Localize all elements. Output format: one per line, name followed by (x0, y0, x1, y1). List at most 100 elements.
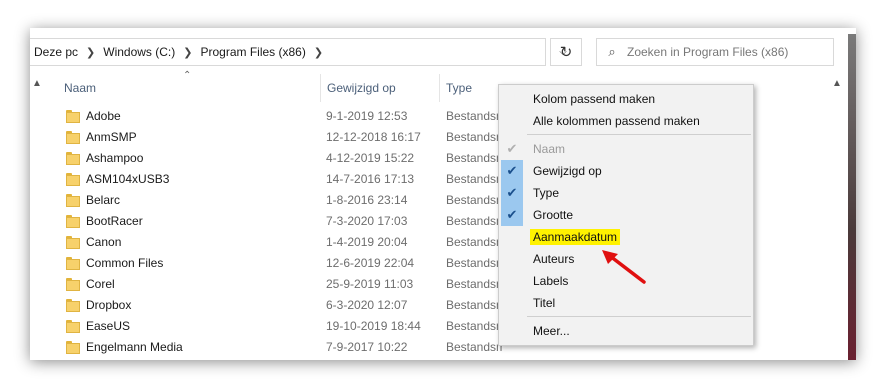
menu-item-aanmaakdatum[interactable]: Aanmaakdatum (499, 226, 753, 248)
file-modified-date: 7-3-2020 17:03 (326, 214, 408, 228)
folder-icon (66, 110, 80, 123)
breadcrumb-deze-pc[interactable]: Deze pc (30, 45, 82, 59)
checkmark-icon: ✔ (501, 204, 523, 226)
file-modified-date: 7-9-2017 10:22 (326, 340, 408, 354)
file-type: Bestandsmap (446, 193, 502, 207)
file-modified-date: 14-7-2016 17:13 (326, 172, 415, 186)
menu-item-label: Kolom passend maken (533, 92, 656, 106)
chevron-right-icon[interactable]: ❯ (82, 46, 99, 59)
file-modified-date: 1-8-2016 23:14 (326, 193, 408, 207)
file-modified-date: 12-12-2018 16:17 (326, 130, 421, 144)
file-type: Bestandsmap (446, 109, 502, 123)
table-row[interactable]: Ashampoo 4-12-2019 15:22 Bestandsmap (66, 148, 526, 169)
file-name: Engelmann Media (86, 340, 183, 354)
menu-item-titel[interactable]: Titel (499, 292, 753, 314)
menu-item-grootte[interactable]: ✔ Grootte (499, 204, 753, 226)
file-name: Corel (86, 277, 115, 291)
column-header-modified[interactable]: Gewijzigd op (321, 74, 439, 102)
folder-icon (66, 173, 80, 186)
breadcrumb-program-files-x86[interactable]: Program Files (x86) (196, 45, 309, 59)
folder-icon (66, 299, 80, 312)
folder-icon (66, 341, 80, 354)
menu-item-label: Gewijzigd op (533, 164, 602, 178)
menu-item-label: Type (533, 186, 560, 200)
table-row[interactable]: AnmSMP 12-12-2018 16:17 Bestandsmap (66, 127, 526, 148)
folder-icon (66, 215, 80, 228)
folder-icon (66, 131, 80, 144)
file-name: Canon (86, 235, 122, 249)
menu-item-fit-column[interactable]: Kolom passend maken (499, 88, 753, 110)
breadcrumb-windows-c[interactable]: Windows (C:) (99, 45, 179, 59)
chevron-right-icon[interactable]: ❯ (310, 46, 327, 59)
menu-item-label: Meer... (533, 324, 570, 338)
menu-item-type[interactable]: ✔ Type (499, 182, 753, 204)
menu-item-fit-all-columns[interactable]: Alle kolommen passend maken (499, 110, 753, 132)
file-name: Adobe (86, 109, 121, 123)
file-type: Bestandsmap (446, 298, 502, 312)
desktop-background-strip (848, 34, 856, 360)
menu-item-label: Alle kolommen passend maken (533, 114, 700, 128)
folder-icon (66, 320, 80, 333)
menu-separator (527, 134, 751, 135)
checkmark-icon: ✔ (506, 141, 518, 156)
file-modified-date: 25-9-2019 11:03 (326, 277, 414, 291)
table-row[interactable]: Canon 1-4-2019 20:04 Bestandsmap (66, 232, 526, 253)
file-type: Bestandsmap (446, 130, 502, 144)
checkmark-icon: ✔ (501, 182, 523, 204)
table-row[interactable]: BootRacer 7-3-2020 17:03 Bestandsmap (66, 211, 526, 232)
refresh-button[interactable]: ↻ (550, 38, 582, 66)
file-name: Dropbox (86, 298, 132, 312)
file-modified-date: 1-4-2019 20:04 (326, 235, 408, 249)
file-type: Bestandsmap (446, 151, 502, 165)
file-name: AnmSMP (86, 130, 137, 144)
file-type: Bestandsmap (446, 214, 502, 228)
file-name: EaseUS (86, 319, 131, 333)
column-context-menu: Kolom passend maken Alle kolommen passen… (498, 84, 754, 346)
file-modified-date: 6-3-2020 12:07 (326, 298, 408, 312)
column-header-type[interactable]: Type (440, 74, 500, 102)
highlighted-menu-item-label: Aanmaakdatum (530, 229, 621, 245)
folder-icon (66, 194, 80, 207)
folder-icon (66, 257, 80, 270)
file-modified-date: 19-10-2019 18:44 (326, 319, 421, 333)
search-icon: ⌕ (608, 44, 616, 59)
file-name: Common Files (86, 256, 164, 270)
folder-icon (66, 236, 80, 249)
file-modified-date: 9-1-2019 12:53 (326, 109, 408, 123)
table-row[interactable]: Dropbox 6-3-2020 12:07 Bestandsmap (66, 295, 526, 316)
file-modified-date: 12-6-2019 22:04 (326, 256, 415, 270)
file-name: Belarc (86, 193, 121, 207)
table-row[interactable]: EaseUS 19-10-2019 18:44 Bestandsmap (66, 316, 526, 337)
table-row[interactable]: Belarc 1-8-2016 23:14 Bestandsmap (66, 190, 526, 211)
file-type: Bestandsmap (446, 340, 502, 354)
menu-separator (527, 316, 751, 317)
search-input[interactable]: ⌕ Zoeken in Program Files (x86) (596, 38, 834, 66)
menu-item-label: Naam (533, 142, 566, 156)
menu-item-gewijzigd-op[interactable]: ✔ Gewijzigd op (499, 160, 753, 182)
file-modified-date: 4-12-2019 15:22 (326, 151, 415, 165)
file-name: ASM104xUSB3 (86, 172, 170, 186)
table-row[interactable]: Corel 25-9-2019 11:03 Bestandsmap (66, 274, 526, 295)
file-type: Bestandsmap (446, 277, 502, 291)
chevron-up-icon[interactable]: ▲ (832, 78, 842, 89)
checkmark-icon: ✔ (501, 160, 523, 182)
chevron-right-icon[interactable]: ❯ (179, 46, 196, 59)
column-header-name[interactable]: Naam (58, 74, 320, 102)
menu-item-label: Titel (533, 296, 556, 310)
menu-item-label: Auteurs (533, 252, 575, 266)
search-placeholder: Zoeken in Program Files (x86) (627, 45, 789, 59)
file-name: BootRacer (86, 214, 143, 228)
file-type: Bestandsmap (446, 256, 502, 270)
file-name: Ashampoo (86, 151, 144, 165)
folder-icon (66, 278, 80, 291)
file-type: Bestandsmap (446, 319, 502, 333)
menu-item-meer[interactable]: Meer... (499, 320, 753, 342)
table-row[interactable]: Engelmann Media 7-9-2017 10:22 Bestandsmap (66, 337, 526, 358)
menu-item-label: Grootte (533, 208, 574, 222)
annotation-arrow-icon (602, 250, 646, 284)
address-bar[interactable]: Deze pc ❯ Windows (C:) ❯ Program Files (… (30, 38, 567, 66)
table-row[interactable]: ASM104xUSB3 14-7-2016 17:13 Bestandsmap (66, 169, 526, 190)
menu-item-naam: ✔ Naam (499, 138, 753, 160)
table-row[interactable]: Adobe 9-1-2019 12:53 Bestandsmap (66, 106, 526, 127)
table-row[interactable]: Common Files 12-6-2019 22:04 Bestandsmap (66, 253, 526, 274)
